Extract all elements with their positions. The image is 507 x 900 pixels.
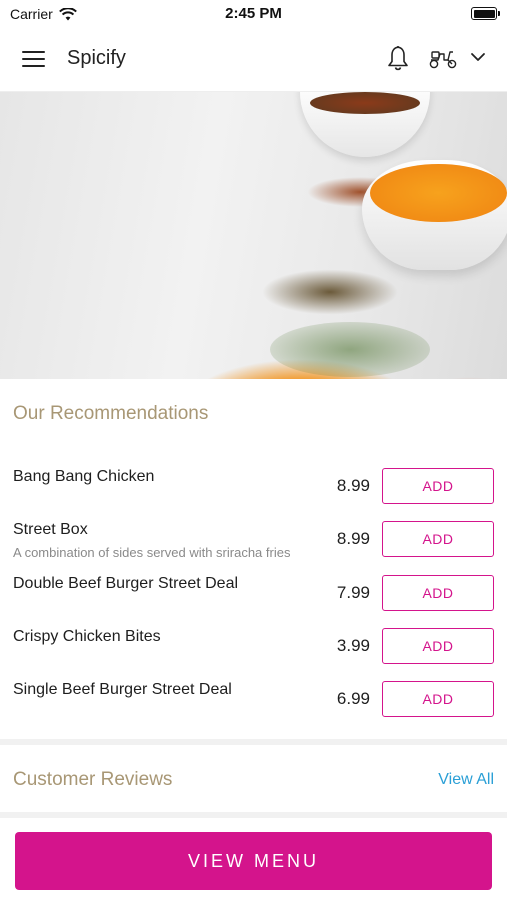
view-all-link[interactable]: View All bbox=[438, 771, 494, 789]
reviews-section: Customer Reviews View All bbox=[0, 746, 507, 812]
menu-item: Crispy Chicken Bites 3.99 ADD bbox=[0, 628, 507, 678]
item-name: Bang Bang Chicken bbox=[13, 468, 155, 485]
item-name: Crispy Chicken Bites bbox=[13, 628, 161, 645]
section-divider bbox=[0, 739, 507, 745]
add-button[interactable]: ADD bbox=[382, 521, 494, 557]
item-price: 8.99 bbox=[336, 476, 370, 495]
scooter-icon[interactable] bbox=[428, 46, 458, 70]
battery-icon bbox=[471, 7, 500, 20]
app-header: Spicify bbox=[0, 28, 507, 92]
item-description: A combination of sides served with srira… bbox=[13, 545, 291, 560]
item-name: Street Box bbox=[13, 521, 88, 538]
chevron-down-icon[interactable] bbox=[470, 51, 486, 63]
view-menu-button[interactable]: VIEW MENU bbox=[15, 832, 492, 890]
status-time: 2:45 PM bbox=[225, 5, 282, 22]
add-button[interactable]: ADD bbox=[382, 681, 494, 717]
bottom-bar: VIEW MENU bbox=[0, 818, 507, 900]
spice-bowl-contents bbox=[370, 164, 507, 222]
menu-icon[interactable] bbox=[22, 51, 45, 67]
spice-bowl-contents bbox=[310, 92, 420, 114]
add-button[interactable]: ADD bbox=[382, 575, 494, 611]
menu-item: Bang Bang Chicken 8.99 ADD bbox=[0, 468, 507, 518]
item-price: 8.99 bbox=[336, 529, 370, 548]
status-bar: Carrier 2:45 PM bbox=[0, 0, 507, 28]
item-price: 3.99 bbox=[336, 636, 370, 655]
item-name: Double Beef Burger Street Deal bbox=[13, 575, 239, 592]
recommendations-section: Our Recommendations Bang Bang Chicken 8.… bbox=[0, 379, 507, 739]
item-name: Single Beef Burger Street Deal bbox=[13, 681, 232, 698]
app-title: Spicify bbox=[67, 47, 126, 69]
add-button[interactable]: ADD bbox=[382, 468, 494, 504]
battery-level bbox=[473, 9, 495, 18]
menu-item: Single Beef Burger Street Deal 6.99 ADD bbox=[0, 681, 507, 731]
item-price: 6.99 bbox=[336, 689, 370, 708]
hero-image bbox=[0, 92, 507, 379]
herb-sprig bbox=[270, 322, 430, 377]
recommendations-title: Our Recommendations bbox=[13, 403, 209, 424]
item-price: 7.99 bbox=[336, 583, 370, 602]
menu-item: Double Beef Burger Street Deal 7.99 ADD bbox=[0, 575, 507, 625]
bell-icon[interactable] bbox=[386, 44, 410, 72]
add-button[interactable]: ADD bbox=[382, 628, 494, 664]
reviews-title: Customer Reviews bbox=[13, 769, 173, 790]
menu-item: Street Box A combination of sides served… bbox=[0, 521, 507, 571]
